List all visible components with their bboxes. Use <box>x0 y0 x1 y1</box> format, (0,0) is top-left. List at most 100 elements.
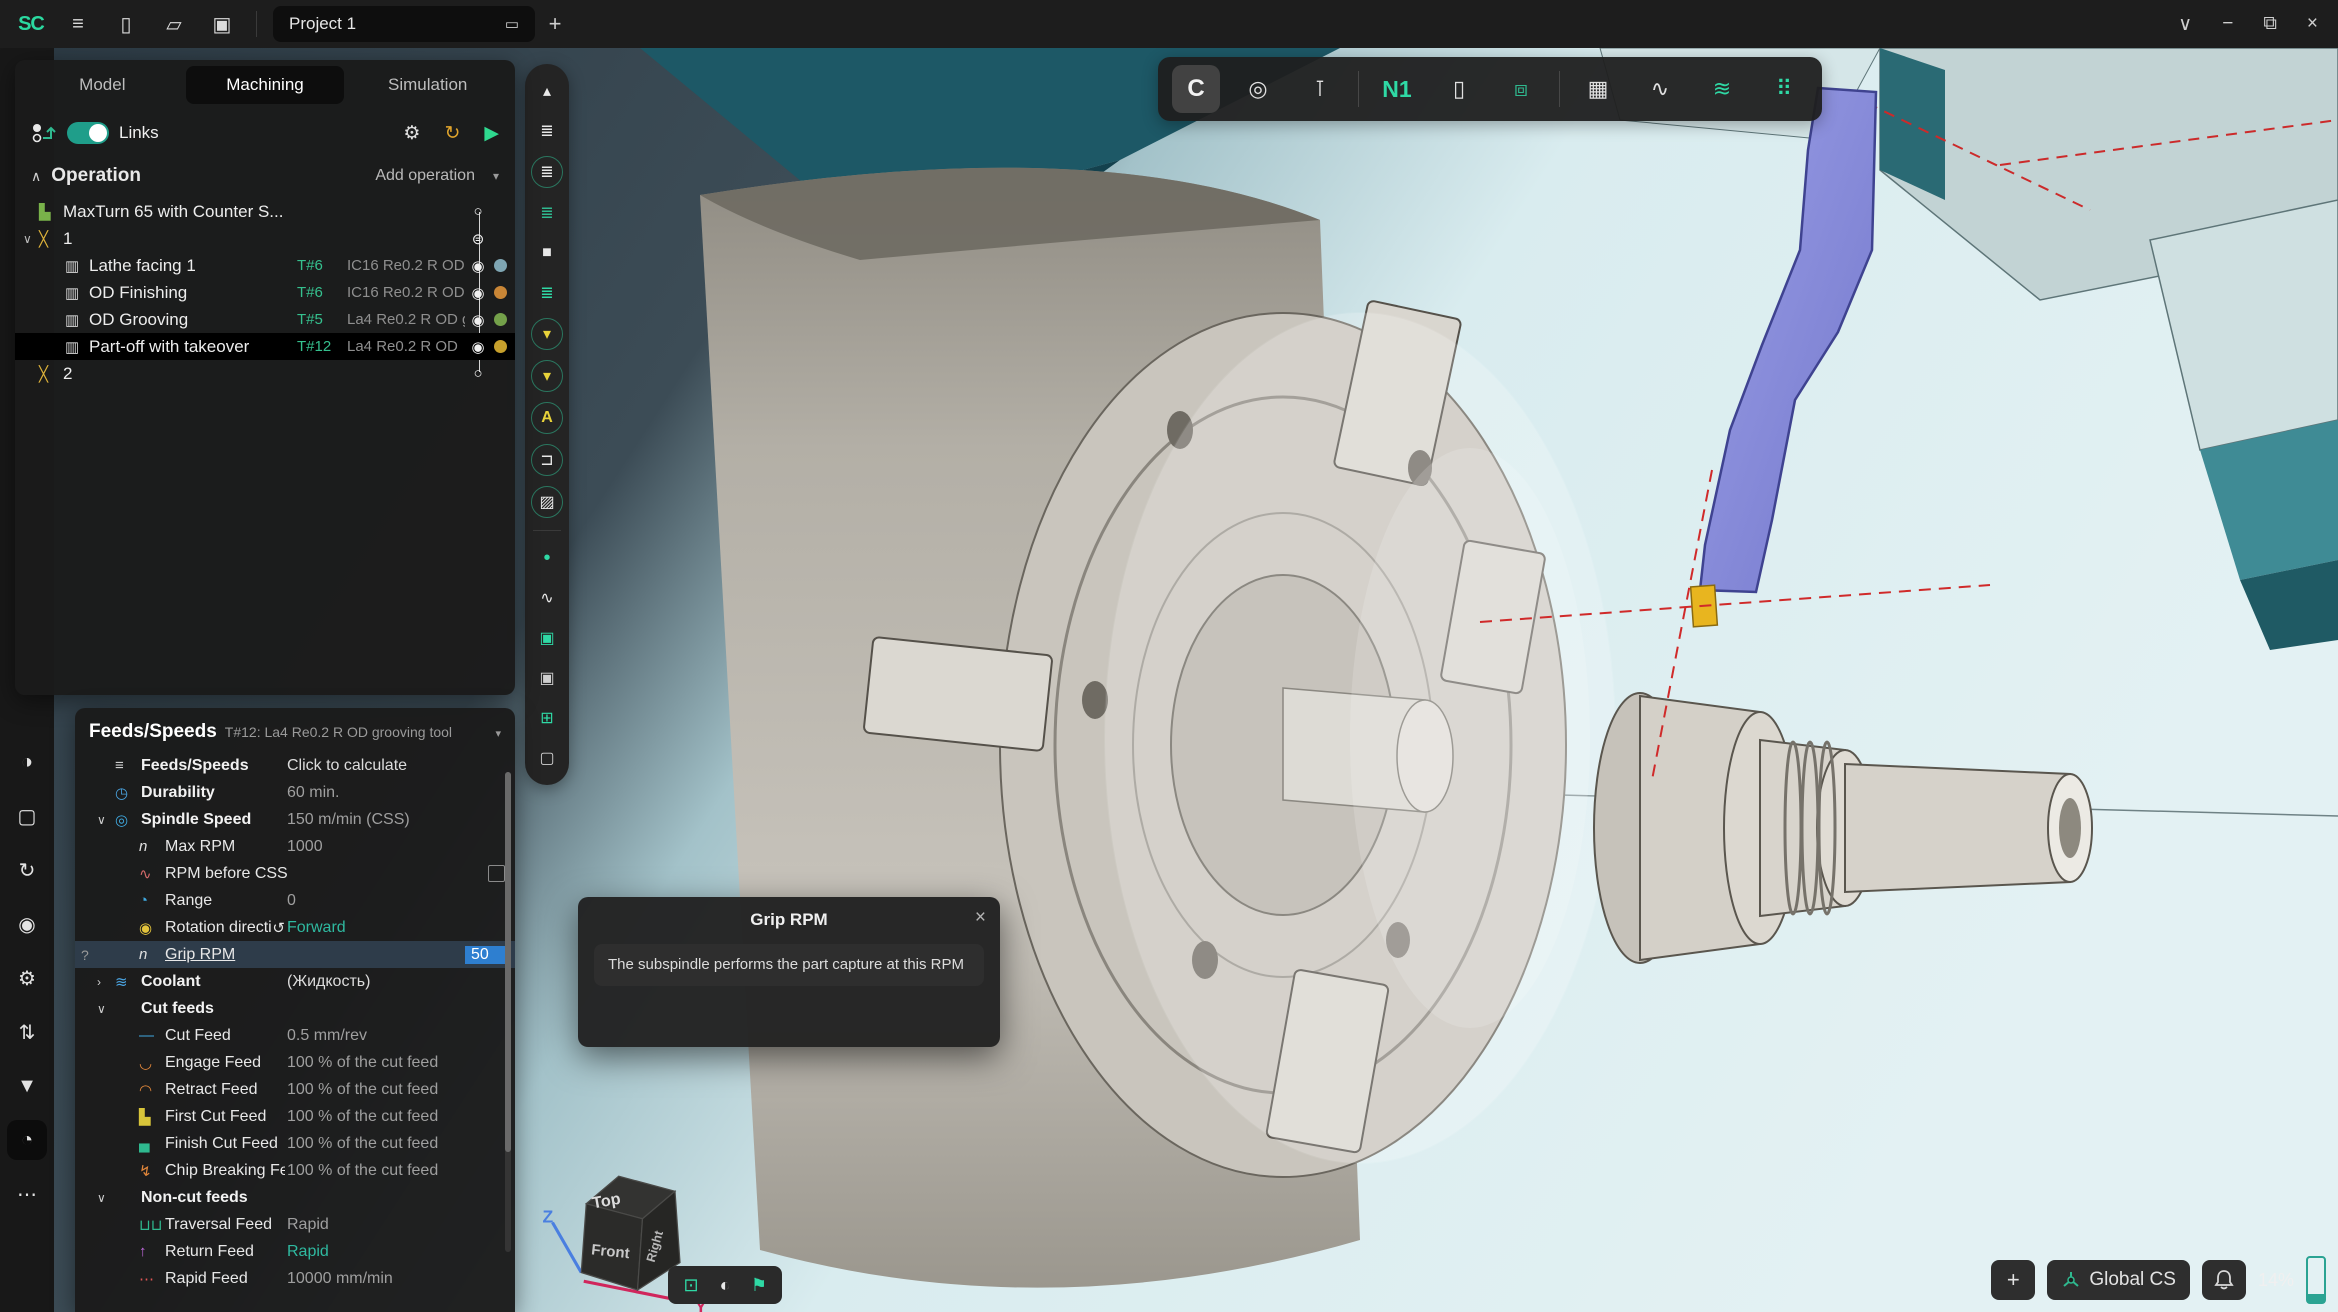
collapse-chevron-icon[interactable]: ∧ <box>31 168 41 185</box>
strip-divider[interactable] <box>533 530 561 531</box>
row-value[interactable]: (Жидкость) <box>287 973 505 991</box>
measure-tape-icon[interactable]: ◎ <box>1234 65 1282 113</box>
row-chevron-icon[interactable]: ∨ <box>97 1191 115 1205</box>
row-value[interactable]: 0 <box>287 892 505 910</box>
caliper-icon[interactable]: ⊺ <box>1296 65 1344 113</box>
row-value[interactable]: 150 m/min (CSS) <box>287 811 505 829</box>
row-durability[interactable]: ◷ Durability 60 min. <box>75 779 515 806</box>
row-value[interactable]: 0.5 mm/rev <box>287 1027 505 1045</box>
tree-state-radio[interactable]: ⊜ <box>465 230 491 248</box>
surface-green-icon[interactable]: ▣ <box>532 623 562 653</box>
row-feeds-speeds[interactable]: ≡ Feeds/Speeds Click to calculate <box>75 752 515 779</box>
row-rpm-before-css[interactable]: ∿ RPM before CSS <box>75 860 515 887</box>
new-file-icon[interactable]: ▯ <box>102 12 150 37</box>
add-operation-chevron-icon[interactable]: ▾ <box>493 169 499 183</box>
notifications-button[interactable] <box>2202 1260 2246 1300</box>
save-icon[interactable]: ▣ <box>198 12 246 37</box>
transfer-arrows-icon[interactable]: ⇅ <box>7 1012 47 1052</box>
row-chevron-icon[interactable]: ∨ <box>97 1002 115 1016</box>
tree-state-radio[interactable]: ◉ <box>465 311 491 329</box>
tab-simulation[interactable]: Simulation <box>348 66 507 104</box>
snap-magnet-icon[interactable]: C <box>1172 65 1220 113</box>
row-range[interactable]: ◔ Range 0 <box>75 887 515 914</box>
layers-icon[interactable]: ≋ <box>1698 65 1746 113</box>
collapse-strip-chevron-icon[interactable]: ▴ <box>532 76 562 106</box>
tool-selector-chevron-icon[interactable]: ▾ <box>495 727 501 740</box>
flag-tool-icon[interactable]: ⚑ <box>744 1270 774 1300</box>
row-finish-cut-feed[interactable]: ▄ Finish Cut Feed 100 % of the cut feed <box>75 1130 515 1157</box>
tree-setup-2[interactable]: ╳ 2 ○ <box>15 360 515 387</box>
tree-op-lathe-facing[interactable]: ▥ Lathe facing 1 T#6 IC16 Re0.2 R OD ◉ <box>15 252 515 279</box>
workspace-chevron-icon[interactable]: ∨ <box>2178 13 2192 36</box>
gcode-n1-icon[interactable]: N1 <box>1373 65 1421 113</box>
row-chip-breaking-feed[interactable]: ↯ Chip Breaking Feed 100 % of the cut fe… <box>75 1157 515 1184</box>
small-turret-green-icon[interactable]: ≣ <box>532 198 562 228</box>
knurl-tool-icon[interactable]: ▨ <box>531 486 563 518</box>
help-icon[interactable]: ? <box>81 947 89 963</box>
row-value[interactable]: 100 % of the cut feed <box>287 1135 505 1153</box>
tree-op-part-off[interactable]: ▥ Part-off with takeover T#12 La4 Re0.2 … <box>15 333 515 360</box>
settings-gear-icon[interactable]: ⚙ <box>7 958 47 998</box>
row-retract-feed[interactable]: ◠ Retract Feed 100 % of the cut feed <box>75 1076 515 1103</box>
tool-selector[interactable]: T#12: La4 Re0.2 R OD grooving tool <box>225 724 488 740</box>
links-toggle[interactable] <box>67 122 109 144</box>
tree-state-radio[interactable]: ◉ <box>465 338 491 356</box>
turret-tool-icon[interactable]: ≣ <box>532 116 562 146</box>
add-operation-button[interactable]: Add operation <box>375 167 475 185</box>
row-value[interactable]: 10000 mm/min <box>287 1270 505 1288</box>
waveform-icon[interactable]: ∿ <box>1636 65 1684 113</box>
feeds-scrollbar[interactable] <box>505 772 511 1252</box>
control-panel-icon[interactable]: ▯ <box>1435 65 1483 113</box>
open-folder-icon[interactable]: ▱ <box>150 12 198 37</box>
row-first-cut-feed[interactable]: ▙ First Cut Feed 100 % of the cut feed <box>75 1103 515 1130</box>
row-rotation-direction[interactable]: ◉ Rotation direction ↺ Forward <box>75 914 515 941</box>
row-value[interactable]: 100 % of the cut feed <box>287 1108 505 1126</box>
row-grip-rpm[interactable]: ? n Grip RPM 50 <box>75 941 515 968</box>
curve-icon[interactable]: ∿ <box>532 583 562 613</box>
drill-tool-icon[interactable]: ▼ <box>7 1066 47 1106</box>
hamburger-menu-icon[interactable]: ≡ <box>54 13 102 36</box>
row-chevron-icon[interactable]: ∨ <box>97 813 115 827</box>
row-coolant[interactable]: › ≋ Coolant (Жидкость) <box>75 968 515 995</box>
tab-model[interactable]: Model <box>23 66 182 104</box>
row-value[interactable]: 100 % of the cut feed <box>287 1162 505 1180</box>
row-non-cut-feeds-group[interactable]: ∨ Non-cut feeds <box>75 1184 515 1211</box>
scrollbar-thumb[interactable] <box>505 772 511 1152</box>
square-stock-icon[interactable]: ■ <box>532 238 562 268</box>
restore-icon[interactable]: ⧉ <box>2263 13 2277 35</box>
tree-setup-1[interactable]: ∨ ╳ 1 ⊜ <box>15 225 515 252</box>
row-spindle-speed[interactable]: ∨ ◎ Spindle Speed 150 m/min (CSS) <box>75 806 515 833</box>
row-chevron-icon[interactable]: › <box>97 975 115 989</box>
row-value[interactable]: Click to calculate <box>287 757 505 775</box>
rotate-icon[interactable]: ↻ <box>7 850 47 890</box>
global-cs-button[interactable]: Global CS <box>2047 1260 2190 1300</box>
add-cs-button[interactable]: + <box>1991 1260 2035 1300</box>
insert-tool-icon[interactable]: ▾ <box>531 318 563 350</box>
app-logo[interactable]: SC <box>8 13 54 36</box>
holder-tool-icon[interactable]: ⊐ <box>531 444 563 476</box>
stock-quadrant-icon[interactable]: ◑ <box>7 742 47 782</box>
drill-bit-icon[interactable]: ▾ <box>531 360 563 392</box>
fit-view-icon[interactable]: ⊡ <box>676 1270 706 1300</box>
new-tab-button[interactable]: + <box>535 11 575 37</box>
row-value[interactable]: Rapid <box>287 1216 505 1234</box>
row-value[interactable]: 100 % of the cut feed <box>287 1081 505 1099</box>
stats-icon[interactable]: ⠿ <box>1760 65 1808 113</box>
toolbar-separator[interactable] <box>1358 71 1359 107</box>
letters-tool-icon[interactable]: A <box>531 402 563 434</box>
tree-op-od-grooving[interactable]: ▥ OD Grooving T#5 La4 Re0.2 R OD g ◉ <box>15 306 515 333</box>
tree-chevron-icon[interactable]: ∨ <box>23 232 39 246</box>
row-value[interactable]: Rapid <box>287 1243 505 1261</box>
selection-dashed-icon[interactable]: ▢ <box>7 796 47 836</box>
row-return-feed[interactable]: ↑ Return Feed Rapid <box>75 1238 515 1265</box>
tree-state-radio[interactable]: ○ <box>465 365 491 382</box>
row-value[interactable]: Forward <box>287 919 505 937</box>
tree-op-od-finishing[interactable]: ▥ OD Finishing T#6 IC16 Re0.2 R OD ◉ <box>15 279 515 306</box>
tree-machine[interactable]: ▙ MaxTurn 65 with Counter S... ○ <box>15 198 515 225</box>
feeds-gauge-icon[interactable]: ◔ <box>7 1120 47 1160</box>
row-engage-feed[interactable]: ◡ Engage Feed 100 % of the cut feed <box>75 1049 515 1076</box>
row-value[interactable]: 50 <box>465 946 505 964</box>
row-cut-feeds-group[interactable]: ∨ Cut feeds <box>75 995 515 1022</box>
surface-grid-icon[interactable]: ⊞ <box>532 703 562 733</box>
play-button[interactable]: ▶ <box>484 122 499 145</box>
